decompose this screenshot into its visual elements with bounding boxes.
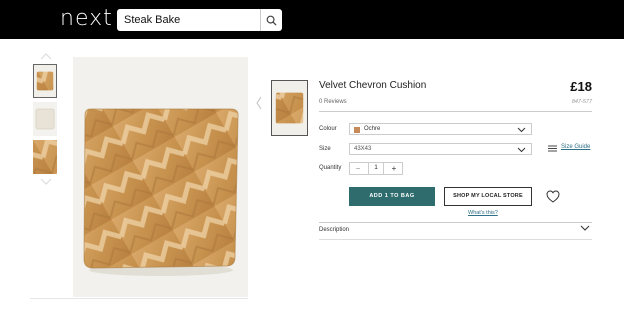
product-sku: 847-577 (571, 99, 592, 105)
shop-local-store-button[interactable]: SHOP MY LOCAL STORE (444, 187, 532, 206)
divider (319, 239, 592, 240)
next-logo[interactable]: next (60, 7, 113, 31)
main-product-image[interactable] (73, 57, 248, 297)
heart-icon[interactable] (546, 190, 560, 203)
product-title: Velvet Chevron Cushion (319, 80, 427, 91)
reviews-count[interactable]: 0 Reviews (319, 99, 347, 105)
ruler-icon (548, 145, 557, 152)
divider (319, 222, 592, 223)
quantity-increase-button[interactable]: + (386, 163, 402, 174)
search-box (117, 9, 282, 31)
search-button[interactable] (260, 9, 282, 31)
colour-swatch (354, 127, 360, 133)
chevron-down-icon[interactable] (39, 178, 53, 186)
chevron-left-icon[interactable] (255, 95, 263, 111)
thumbnail-white-cushion[interactable] (33, 102, 57, 136)
chevron-down-icon (517, 127, 526, 133)
quantity-label: Quantity (319, 165, 342, 171)
search-icon (266, 15, 277, 26)
colour-select[interactable]: Ochre (349, 123, 532, 135)
whats-this-link[interactable]: What's this? (468, 210, 498, 216)
quantity-decrease-button[interactable]: − (350, 163, 366, 174)
size-select[interactable]: 43X43 (349, 143, 532, 155)
add-to-bag-button[interactable]: ADD 1 TO BAG (349, 187, 435, 206)
size-guide-text: Size Guide (561, 144, 591, 150)
chevron-down-icon[interactable] (580, 225, 590, 232)
thumbnail-ochre-closeup[interactable] (33, 140, 57, 174)
colour-value: Ochre (364, 126, 381, 132)
quantity-value[interactable]: 1 (368, 163, 384, 174)
chevron-down-icon (517, 147, 526, 153)
chevron-up-icon[interactable] (39, 52, 53, 60)
description-label[interactable]: Description (319, 227, 349, 233)
site-header: next (0, 0, 624, 39)
quantity-stepper: − 1 + (349, 162, 403, 175)
product-price: £18 (570, 79, 592, 94)
colour-label: Colour (319, 126, 337, 132)
divider (319, 111, 592, 112)
product-thumbnail (271, 80, 308, 136)
thumbnail-ochre-cushion[interactable] (33, 64, 57, 98)
size-value: 43X43 (354, 146, 372, 152)
size-label: Size (319, 146, 331, 152)
search-input[interactable] (117, 9, 259, 31)
divider (30, 298, 248, 299)
